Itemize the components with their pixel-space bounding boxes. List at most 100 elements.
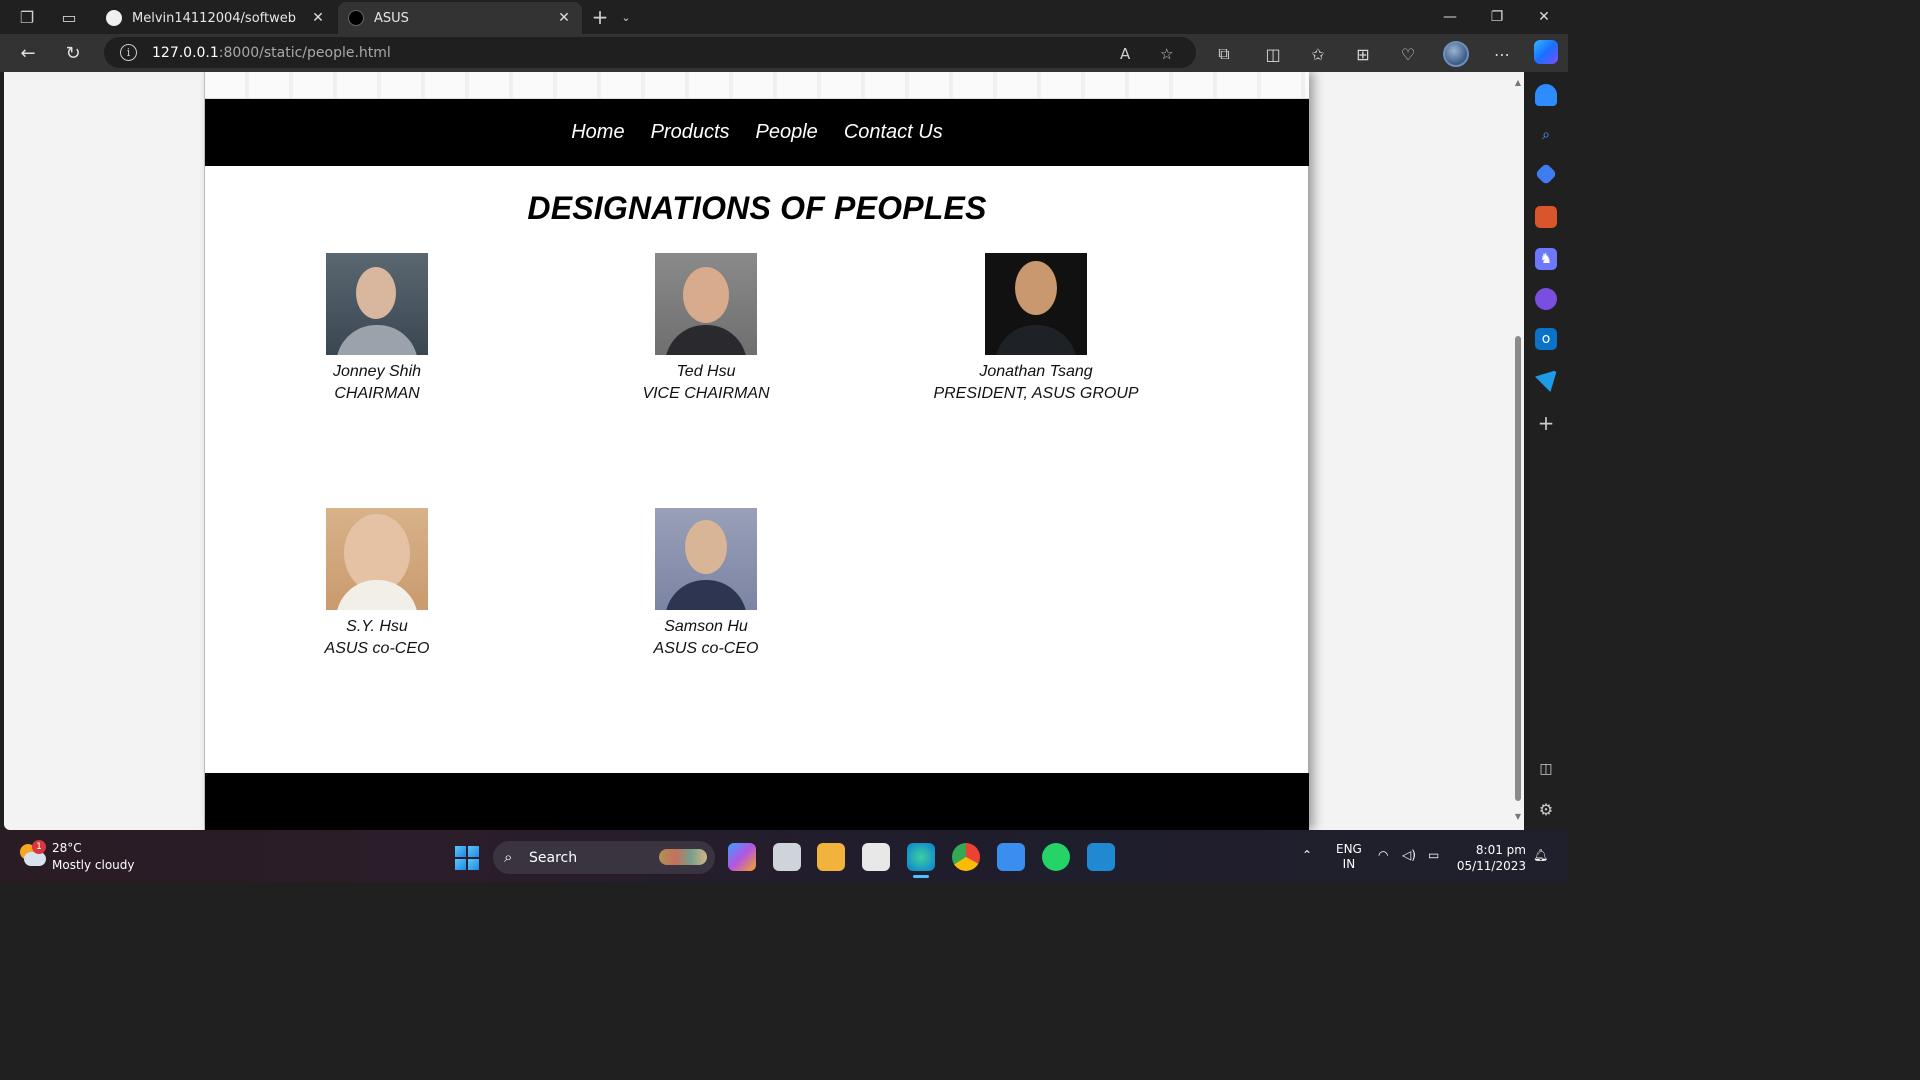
search-label: Search — [529, 849, 578, 866]
language-code: ENG — [1336, 842, 1362, 856]
person-card: Jonathan Tsang PRESIDENT, ASUS GROUP — [916, 253, 1156, 405]
refresh-icon[interactable]: ↻ — [60, 41, 86, 65]
collections-icon[interactable]: ⊞ — [1352, 43, 1374, 65]
clock-date: 05/11/2023 — [1456, 859, 1526, 873]
person-name: Jonathan Tsang — [979, 363, 1093, 380]
show-hidden-icons-chevron-icon[interactable]: ⌃ — [1302, 848, 1312, 862]
scroll-down-arrow-icon[interactable]: ▼ — [1514, 812, 1522, 821]
task-view-icon[interactable] — [773, 843, 801, 871]
system-clock[interactable]: 8:01 pm 05/11/2023 — [1456, 842, 1526, 874]
person-card: Jonney Shih CHAIRMAN — [257, 253, 497, 405]
settings-gear-icon[interactable]: ⚙ — [1535, 798, 1557, 820]
site-info-icon[interactable]: i — [120, 44, 137, 61]
weather-description: Mostly cloudy — [52, 858, 135, 872]
send-icon[interactable] — [1535, 370, 1557, 392]
extensions-icon[interactable]: ⧉ — [1213, 43, 1235, 65]
header-strip — [205, 72, 1309, 99]
url-path: :8000/static/people.html — [218, 44, 391, 61]
tab-asus[interactable]: ASUS ✕ — [338, 2, 582, 34]
person-title: ASUS co-CEO — [653, 640, 759, 657]
person-card: S.Y. Hsu ASUS co-CEO — [257, 508, 497, 660]
read-aloud-icon[interactable]: A — [1120, 45, 1130, 63]
search-highlight-icon — [659, 849, 707, 865]
notification-bell-icon[interactable] — [1535, 84, 1557, 106]
close-tab-icon[interactable]: ✕ — [556, 10, 572, 26]
edge-browser-icon[interactable] — [907, 843, 935, 871]
weather-temperature: 28°C — [52, 841, 82, 855]
person-photo — [655, 253, 757, 355]
copilot-pre-icon[interactable] — [728, 843, 756, 871]
weather-badge: 1 — [32, 840, 46, 854]
copilot-icon[interactable] — [1534, 40, 1558, 64]
title-bar: ❐ ▭ Melvin14112004/softweb ✕ ASUS ✕ + ⌄ … — [0, 0, 1568, 34]
active-app-indicator — [913, 875, 929, 878]
split-screen-icon[interactable]: ◫ — [1262, 43, 1284, 65]
back-arrow-icon[interactable]: ← — [15, 41, 41, 65]
whatsapp-icon[interactable] — [1042, 843, 1070, 871]
copilot-sidebar-icon[interactable] — [1535, 288, 1557, 310]
tab-actions-icon[interactable]: ▭ — [59, 7, 79, 27]
taskbar-search[interactable]: ⌕ Search — [493, 841, 715, 874]
wifi-icon[interactable]: ◠ — [1378, 848, 1388, 862]
workspaces-icon[interactable]: ❐ — [17, 7, 37, 27]
more-options-icon[interactable]: ⋯ — [1491, 43, 1513, 65]
minimize-icon[interactable]: — — [1427, 0, 1473, 34]
nav-contact-link[interactable]: Contact Us — [844, 121, 943, 144]
scrollbar-thumb[interactable] — [1515, 336, 1521, 801]
tab-title: ASUS — [374, 10, 409, 26]
windows-start-icon[interactable] — [455, 846, 479, 870]
profile-avatar[interactable] — [1443, 41, 1469, 67]
scroll-up-arrow-icon[interactable]: ▲ — [1514, 78, 1522, 87]
microsoft-store-icon[interactable] — [862, 843, 890, 871]
person-name: Jonney Shih — [332, 363, 422, 380]
nav-home-link[interactable]: Home — [571, 121, 624, 144]
chrome-icon[interactable] — [952, 843, 980, 871]
tab-github[interactable]: Melvin14112004/softweb ✕ — [96, 2, 336, 34]
shopping-tag-icon[interactable] — [1534, 162, 1558, 186]
github-icon — [106, 10, 122, 26]
file-explorer-icon[interactable] — [817, 843, 845, 871]
clock-time: 8:01 pm — [1475, 843, 1526, 857]
address-bar[interactable]: i 127.0.0.1:8000/static/people.html A ☆ — [104, 37, 1196, 68]
games-icon[interactable]: ♞ — [1535, 248, 1557, 270]
search-icon[interactable]: ⌕ — [1535, 124, 1557, 146]
close-tab-icon[interactable]: ✕ — [310, 10, 326, 26]
person-card: Ted Hsu VICE CHAIRMAN — [586, 253, 826, 405]
url-host: 127.0.0.1 — [152, 44, 219, 61]
vertical-scrollbar[interactable]: ▲ ▼ — [1512, 72, 1524, 830]
edge-sidebar: ⌕ ♞ o + ◫ ⚙ — [1524, 72, 1568, 830]
page-heading: DESIGNATIONS OF PEOPLES — [527, 190, 987, 226]
region-code: IN — [1342, 857, 1356, 871]
main-nav: Home Products People Contact Us — [205, 99, 1309, 166]
page-container: Home Products People Contact Us DESIGNAT… — [204, 72, 1309, 830]
language-indicator[interactable]: ENG IN — [1336, 842, 1362, 872]
nav-products-link[interactable]: Products — [651, 121, 730, 144]
hide-sidebar-icon[interactable]: ◫ — [1535, 758, 1557, 780]
add-sidebar-app-icon[interactable]: + — [1535, 411, 1557, 435]
tab-list-chevron-icon[interactable]: ⌄ — [616, 7, 636, 27]
browser-essentials-icon[interactable]: ♡ — [1397, 43, 1419, 65]
person-title: PRESIDENT, ASUS GROUP — [933, 385, 1139, 402]
person-name: S.Y. Hsu — [346, 618, 408, 635]
outlook-icon[interactable]: o — [1535, 328, 1557, 350]
close-window-icon[interactable]: ✕ — [1521, 0, 1567, 34]
browser-toolbar: ← ↻ i 127.0.0.1:8000/static/people.html … — [0, 34, 1568, 72]
favorites-icon[interactable]: ✩ — [1307, 43, 1329, 65]
person-photo — [326, 508, 428, 610]
person-title: ASUS co-CEO — [324, 640, 430, 657]
weather-widget[interactable]: 1 28°C Mostly cloudy — [18, 838, 168, 874]
new-tab-icon[interactable]: + — [590, 5, 610, 29]
web-viewport: Home Products People Contact Us DESIGNAT… — [4, 72, 1524, 830]
favorite-star-icon[interactable]: ☆ — [1160, 45, 1173, 63]
restore-icon[interactable]: ❐ — [1474, 0, 1520, 34]
notepad-icon[interactable] — [997, 843, 1025, 871]
person-card: Samson Hu ASUS co-CEO — [586, 508, 826, 660]
battery-icon[interactable]: ▭ — [1428, 848, 1439, 862]
tools-briefcase-icon[interactable] — [1535, 206, 1557, 228]
nav-people-link[interactable]: People — [756, 121, 818, 144]
vscode-icon[interactable] — [1087, 843, 1115, 871]
person-name: Samson Hu — [664, 618, 748, 635]
notification-bell-icon[interactable]: 🔔︎ — [1533, 848, 1548, 862]
person-photo — [326, 253, 428, 355]
volume-icon[interactable]: ◁) — [1402, 848, 1416, 862]
